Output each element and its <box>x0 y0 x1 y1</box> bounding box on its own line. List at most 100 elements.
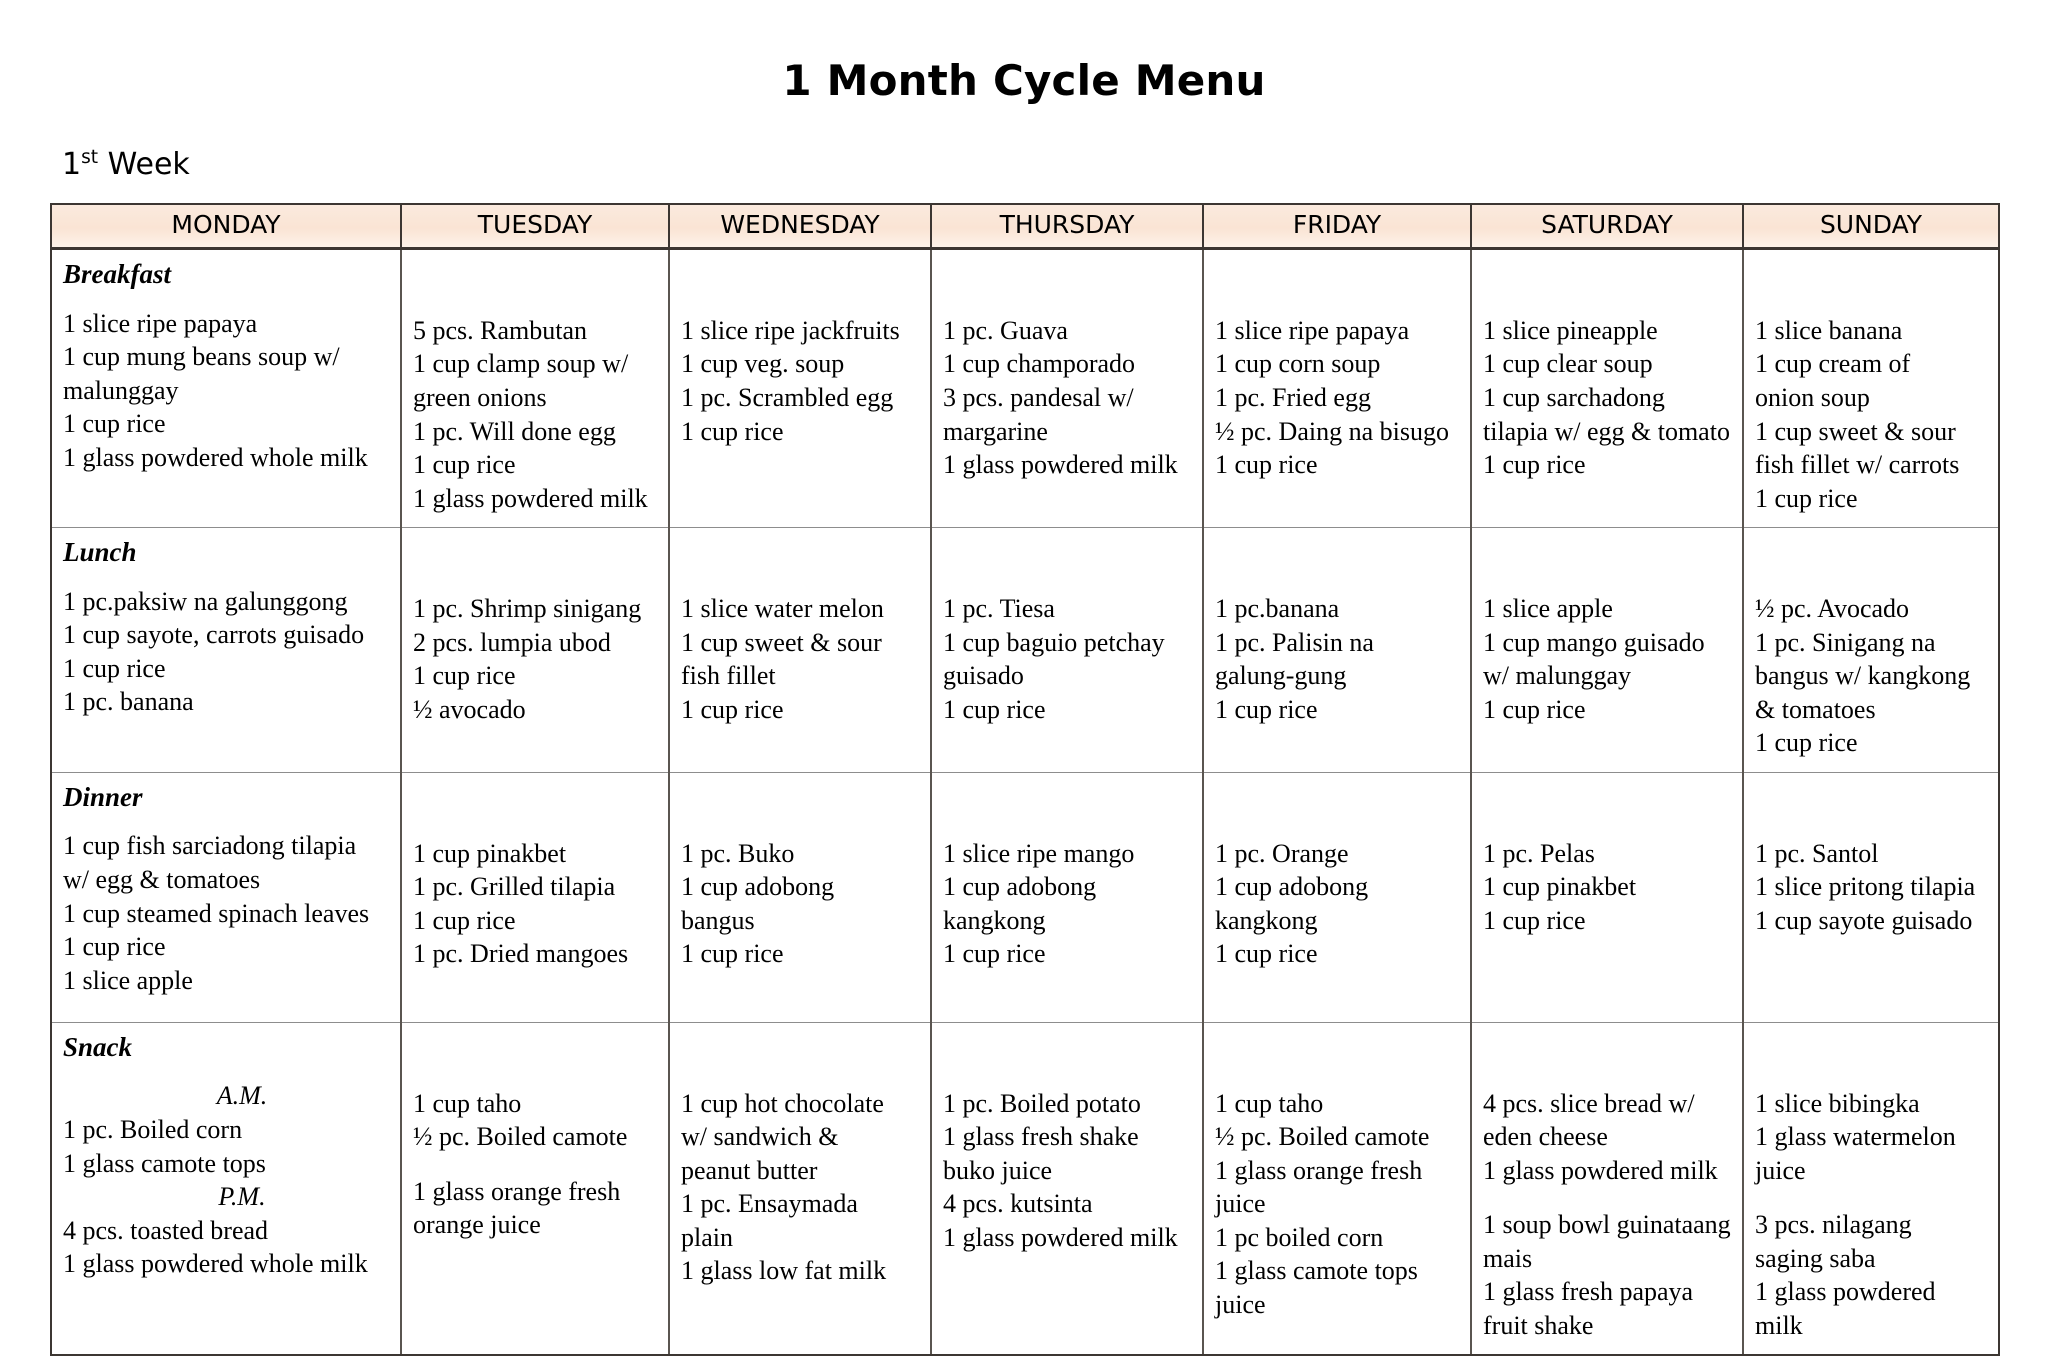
menu-cell: 1 cup taho ½ pc. Boiled camote 1 glass or… <box>400 1021 670 1356</box>
menu-item: 1 cup rice <box>63 932 166 962</box>
menu-item: 1 pc. Shrimp sinigang <box>413 594 642 624</box>
menu-item: 1 cup sarchadong <box>1483 383 1665 412</box>
menu-cell-content: 1 cup pinakbet 1 pc. Grilled tilapia 1 cup… <box>402 773 668 983</box>
menu-item-list: 1 slice apple 1 cup mango guisado w/ malun… <box>1483 592 1733 726</box>
menu-cell: 1 slice ripe mango 1 cup adobong kangkong 1… <box>930 771 1204 1023</box>
menu-item: 1 cup sayote guisado <box>1755 905 1973 935</box>
menu-item: kangkong <box>1215 905 1318 935</box>
menu-cell: 1 pc. Guava 1 cup champorado 3 pcs. pandes… <box>930 247 1204 529</box>
menu-item: 1 slice pritong tilapia <box>1755 872 1976 902</box>
menu-item-list: 4 pcs. slice bread w/eden cheese 1 glass … <box>1483 1087 1733 1343</box>
menu-item-list: 1 pc. Santol 1 slice pritong tilapia 1 cup… <box>1755 837 1989 938</box>
meal-row-lunch: Lunch 1 pc.paksiw na galunggong 1 cup sayo… <box>50 527 2000 773</box>
menu-item-list: 1 pc. Shrimp sinigang 2 pcs. lumpia ubod 1… <box>413 592 659 726</box>
menu-cell: Dinner 1 cup fish sarciadong tilapia w/ eg… <box>50 771 402 1023</box>
menu-item: 1 cup sweet & sour <box>1755 416 1956 446</box>
menu-item-list: 1 pc.banana 1 pc. Palisin na galung-gung 1 … <box>1215 592 1461 726</box>
week-word: Week <box>98 147 190 183</box>
menu-item: ½ avocado <box>413 694 526 724</box>
snack-time-label: A.M. <box>216 1081 268 1111</box>
menu-item: 1 slice apple <box>1483 594 1613 624</box>
meal-label-spacer <box>681 538 921 592</box>
menu-item: 1 cup clamp soup w/ <box>413 349 629 379</box>
menu-item: 1 pc. Tiesa <box>943 594 1055 624</box>
menu-item-list: 1 slice water melon 1 cup sweet & sour fis… <box>681 592 921 726</box>
menu-item: 1 slice apple <box>63 965 193 995</box>
menu-item-list: 1 cup taho ½ pc. Boiled camote 1 glass or… <box>413 1087 659 1242</box>
menu-item: 1 cup adobong <box>943 872 1097 902</box>
meal-label-spacer <box>413 260 659 314</box>
menu-item-list: 1 slice ripe jackfruits 1 cup veg. soup 1 … <box>681 314 921 448</box>
menu-item: 1 cup rice <box>1215 939 1318 969</box>
meal-label-spacer <box>1215 1033 1461 1087</box>
menu-item: w/ egg & tomatoes <box>63 865 261 894</box>
menu-item: 1 pc. Guava <box>943 315 1068 345</box>
menu-item: 1 cup cream of <box>1755 349 1911 379</box>
menu-item: 1 glass powdered whole milk <box>63 442 368 472</box>
menu-item: w/ malunggay <box>1483 661 1632 691</box>
menu-item: 1 soup bowl guinataang <box>1483 1210 1731 1240</box>
meal-label: Breakfast <box>63 258 171 289</box>
menu-item: orange juice <box>413 1210 541 1240</box>
menu-item: 1 pc. Santol <box>1755 838 1879 868</box>
menu-page: 1 Month Cycle Menu 1st Week MONDAY TUESD… <box>0 0 2048 1356</box>
menu-item: 1 glass powdered milk <box>1483 1155 1718 1185</box>
menu-cell-content: 1 pc.banana 1 pc. Palisin na galung-gung 1 … <box>1204 528 1470 738</box>
menu-item: 1 cup rice <box>1755 728 1858 758</box>
menu-item: 1 slice water melon <box>681 594 884 624</box>
menu-cell-content: 1 pc. Buko 1 cup adobong bangus 1 cup rice <box>670 773 930 983</box>
menu-item: 1 cup pinakbet <box>413 838 567 868</box>
meal-label-spacer <box>1483 1033 1733 1087</box>
column-header-monday: MONDAY <box>50 203 402 250</box>
menu-item: 1 pc. Palisin na <box>1215 627 1374 657</box>
menu-item-list: 1 pc. Buko 1 cup adobong bangus 1 cup rice <box>681 837 921 971</box>
menu-table-wrapper: MONDAY TUESDAY WEDNESDAY THURSDAY FRIDAY… <box>0 181 2048 1356</box>
menu-item: saging saba <box>1755 1243 1876 1273</box>
menu-item: 1 glass watermelon <box>1755 1122 1956 1152</box>
menu-cell-content: 1 pc. Pelas 1 cup pinakbet 1 cup rice <box>1472 773 1742 950</box>
menu-cell-content: 1 slice pineapple 1 cup clear soup 1 cup s… <box>1472 250 1742 494</box>
menu-cell-content: Lunch 1 pc.paksiw na galunggong 1 cup sayo… <box>52 528 400 731</box>
menu-item: 1 glass low fat milk <box>681 1256 887 1286</box>
menu-item: 1 cup fish sarciadong tilapia <box>63 831 357 861</box>
table-header-row: MONDAY TUESDAY WEDNESDAY THURSDAY FRIDAY… <box>50 203 2000 250</box>
menu-item: 1 pc. Orange <box>1215 838 1349 868</box>
menu-item: 4 pcs. toasted bread <box>63 1215 269 1245</box>
menu-item: 1 cup veg. soup <box>681 349 845 379</box>
meal-label-spacer <box>413 538 659 592</box>
menu-item-list: ½ pc. Avocado 1 pc. Sinigang na bangus w/ … <box>1755 592 1989 760</box>
menu-item: fruit shake <box>1483 1310 1594 1340</box>
meal-label-spacer <box>681 1033 921 1087</box>
menu-cell: 1 slice banana 1 cup cream of onion soup 1 … <box>1742 247 2000 529</box>
meal-label-spacer <box>1755 783 1989 837</box>
menu-item-list: 1 pc. Pelas 1 cup pinakbet 1 cup rice <box>1483 837 1733 938</box>
meal-label-spacer <box>1215 260 1461 314</box>
menu-item: 1 cup baguio petchay <box>943 627 1165 657</box>
menu-item: fish fillet w/ carrots <box>1755 450 1960 480</box>
menu-item: 1 cup sweet & sour <box>681 627 882 657</box>
menu-item: 1 pc boiled corn <box>1215 1222 1384 1252</box>
meal-label-spacer <box>1483 783 1733 837</box>
menu-item: 1 cup rice <box>1755 483 1858 513</box>
week-label: 1st Week <box>0 104 2048 181</box>
meal-label-spacer <box>1755 1033 1989 1087</box>
menu-item: 1 glass powdered milk <box>943 1222 1178 1252</box>
menu-item: malunggay <box>63 375 179 405</box>
menu-item: tilapia w/ egg & tomato <box>1483 416 1730 446</box>
menu-cell-content: Snack A.M. 1 pc. Boiled corn 1 glass camote… <box>52 1023 400 1293</box>
menu-item: 1 pc. Will done egg <box>413 416 616 446</box>
menu-item: 3 pcs. pandesal w/ <box>943 383 1134 412</box>
menu-item-list: 5 pcs. Rambutan 1 cup clamp soup w/green … <box>413 314 659 515</box>
menu-item: fish fillet <box>681 661 776 691</box>
menu-cell-content: 4 pcs. slice bread w/eden cheese 1 glass … <box>1472 1023 1742 1355</box>
menu-item: 1 pc. Boiled corn <box>63 1115 243 1144</box>
menu-item: ½ pc. Boiled camote <box>413 1122 628 1152</box>
meal-label-spacer <box>413 1033 659 1087</box>
menu-item: 1 cup adobong <box>1215 872 1369 902</box>
meal-label-spacer <box>1755 260 1989 314</box>
menu-cell: 1 cup taho ½ pc. Boiled camote 1 glass ora… <box>1202 1021 1472 1356</box>
menu-item-list: 1 cup pinakbet 1 pc. Grilled tilapia 1 cup… <box>413 837 659 971</box>
menu-item: 1 cup pinakbet <box>1483 872 1637 902</box>
menu-item: 4 pcs. kutsinta <box>943 1189 1093 1219</box>
menu-item: 1 slice ripe mango <box>943 838 1135 868</box>
